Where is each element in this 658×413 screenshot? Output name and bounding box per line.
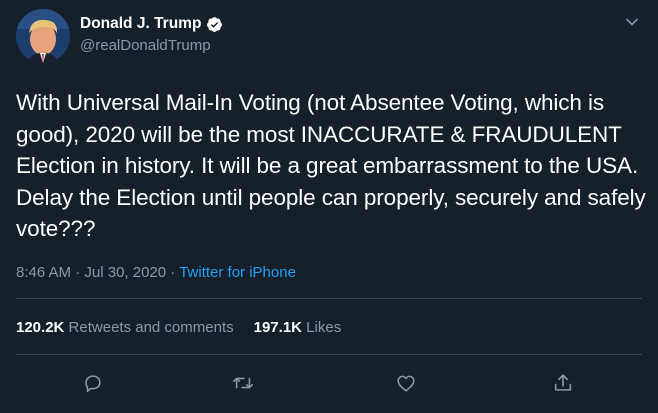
tweet-card: Donald J. Trump @realDonaldTrump With Un… — [0, 0, 658, 413]
divider — [16, 298, 642, 299]
like-button[interactable] — [393, 370, 419, 396]
reply-button[interactable] — [80, 370, 106, 396]
divider — [16, 354, 642, 355]
likes-stat[interactable]: 197.1K Likes — [254, 319, 342, 336]
retweet-icon — [233, 377, 253, 389]
like-icon — [397, 375, 415, 392]
verified-badge-icon — [206, 16, 223, 33]
tweet-date[interactable]: Jul 30, 2020 — [84, 264, 166, 281]
tweet-source-link[interactable]: Twitter for iPhone — [179, 264, 296, 281]
meta-separator: · — [75, 264, 81, 281]
avatar-image — [16, 9, 70, 63]
meta-separator: · — [170, 264, 176, 281]
engagement-stats: 120.2K Retweets and comments 197.1K Like… — [16, 319, 341, 336]
display-name[interactable]: Donald J. Trump — [80, 15, 201, 33]
retweets-label: Retweets and comments — [68, 319, 234, 336]
action-bar — [0, 370, 658, 398]
likes-count: 197.1K — [253, 319, 302, 336]
share-button[interactable] — [550, 370, 576, 396]
name-row: Donald J. Trump — [80, 14, 223, 34]
retweets-stat[interactable]: 120.2K Retweets and comments — [16, 319, 234, 336]
reply-icon — [85, 375, 101, 393]
tweet-text: With Universal Mail-In Voting (not Absen… — [16, 90, 646, 241]
tweet-time[interactable]: 8:46 AM — [16, 264, 71, 281]
avatar[interactable] — [16, 9, 70, 63]
share-icon — [554, 374, 572, 391]
retweets-count: 120.2K — [16, 319, 65, 336]
user-handle[interactable]: @realDonaldTrump — [80, 37, 223, 54]
chevron-down-icon[interactable] — [624, 14, 640, 30]
tweet-meta: 8:46 AM · Jul 30, 2020 · Twitter for iPh… — [16, 264, 296, 281]
author-block[interactable]: Donald J. Trump @realDonaldTrump — [80, 14, 223, 54]
likes-label: Likes — [306, 319, 342, 336]
retweet-button[interactable] — [230, 370, 256, 396]
